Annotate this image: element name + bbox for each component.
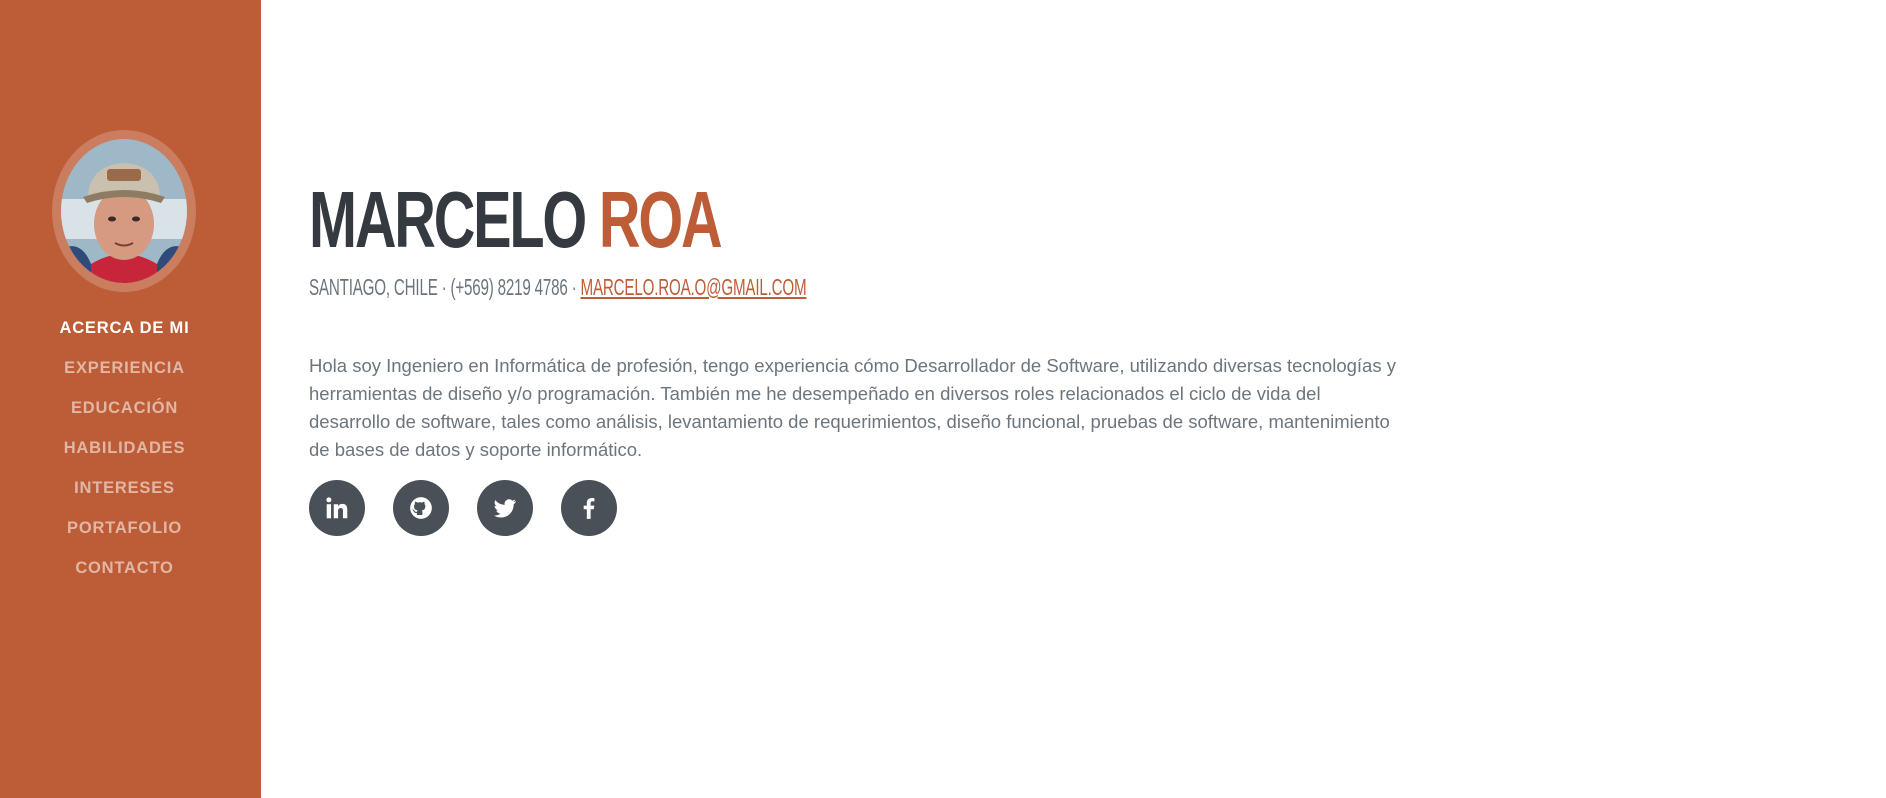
facebook-icon [583, 498, 595, 519]
avatar[interactable] [61, 139, 187, 283]
linkedin-button[interactable] [309, 480, 365, 536]
github-icon [410, 497, 432, 519]
social-icons [309, 480, 617, 536]
email-link[interactable]: MARCELO.ROA.O@GMAIL.COM [581, 274, 807, 300]
nav-item-portafolio[interactable]: PORTAFOLIO [0, 508, 249, 548]
nav-item-educacion[interactable]: EDUCACIÓN [0, 388, 249, 428]
sidebar-nav: ACERCA DE MI EXPERIENCIA EDUCACIÓN HABIL… [0, 308, 249, 588]
sidebar: ACERCA DE MI EXPERIENCIA EDUCACIÓN HABIL… [0, 0, 261, 798]
github-button[interactable] [393, 480, 449, 536]
facebook-button[interactable] [561, 480, 617, 536]
page-title: MARCELO ROA [309, 170, 723, 270]
twitter-button[interactable] [477, 480, 533, 536]
nav-item-habilidades[interactable]: HABILIDADES [0, 428, 249, 468]
contact-subheading: SANTIAGO, CHILE · (+569) 8219 4786 · MAR… [309, 272, 807, 302]
linkedin-icon [326, 497, 348, 519]
bio-text: Hola soy Ingeniero en Informática de pro… [309, 355, 1396, 460]
avatar-ring [52, 130, 196, 292]
location-phone: SANTIAGO, CHILE · (+569) 8219 4786 · [309, 274, 577, 300]
first-name: MARCELO [309, 175, 587, 264]
avatar-photo [61, 139, 187, 283]
twitter-icon [493, 499, 516, 518]
nav-item-acerca-de-mi[interactable]: ACERCA DE MI [0, 308, 249, 348]
nav-item-experiencia[interactable]: EXPERIENCIA [0, 348, 249, 388]
nav-item-contacto[interactable]: CONTACTO [0, 548, 249, 588]
nav-item-intereses[interactable]: INTERESES [0, 468, 249, 508]
last-name: ROA [598, 175, 723, 264]
